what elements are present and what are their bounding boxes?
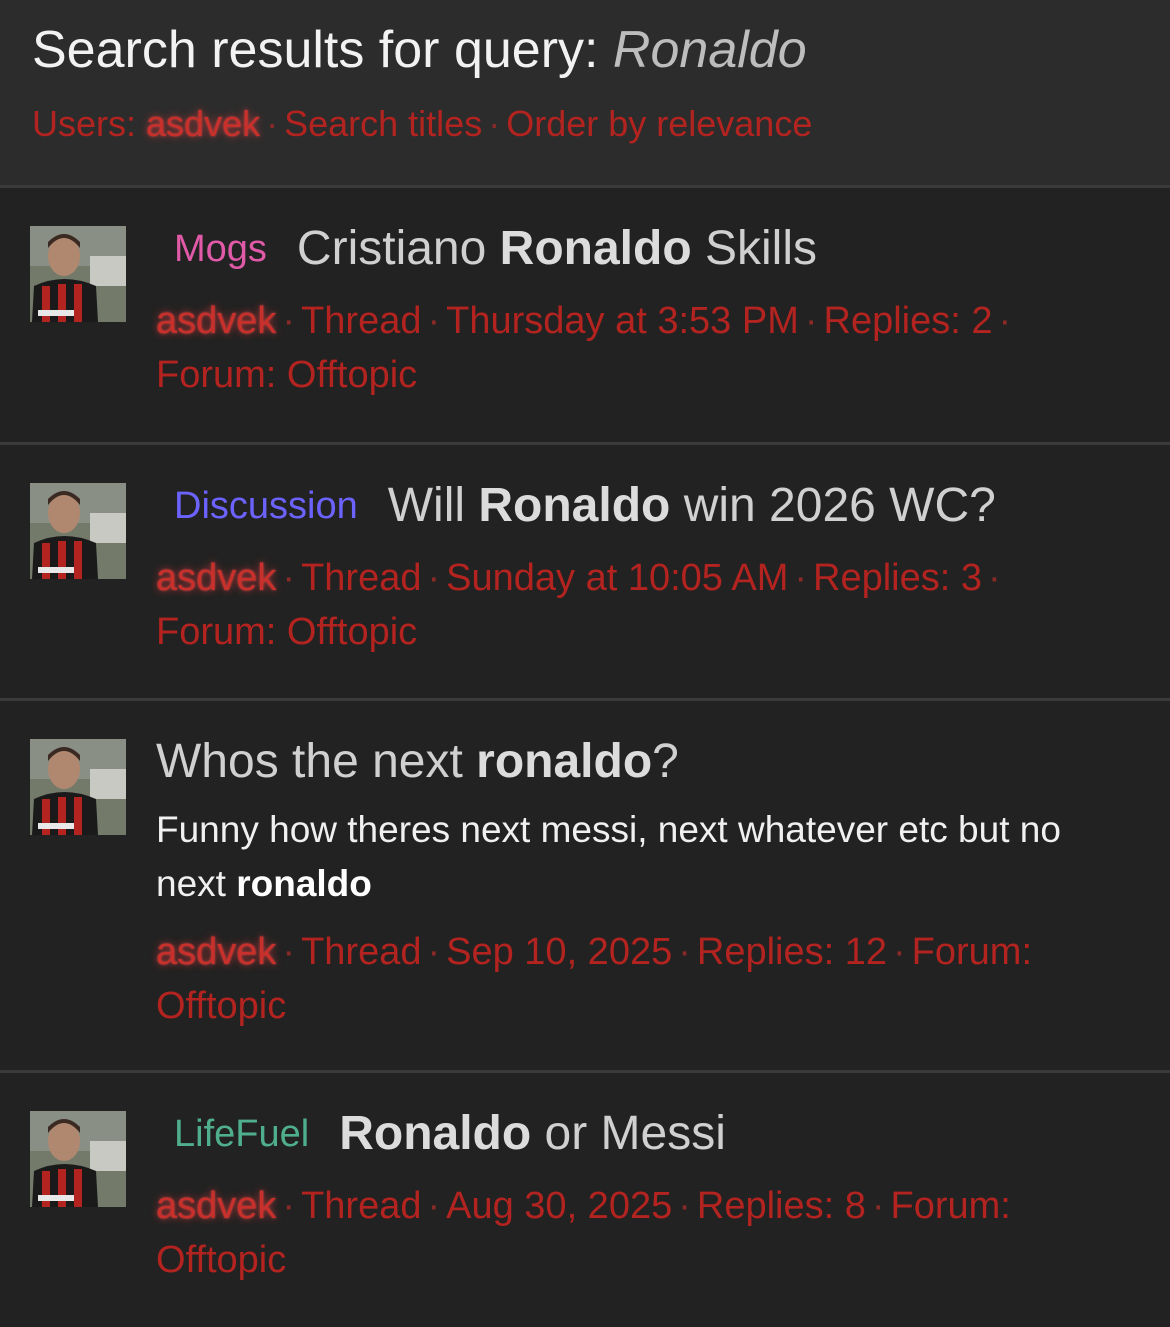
separator: · [871,1185,885,1227]
title-highlight: ronaldo [476,735,653,788]
post-date[interactable]: Sunday at 10:05 AM [446,557,788,599]
search-titles-link[interactable]: Search titles [284,103,482,144]
title-text: Will [387,479,479,532]
content-type: Thread [301,931,422,973]
separator: · [794,557,808,599]
avatar[interactable] [30,226,126,322]
title-text: ? [652,735,679,788]
order-by-relevance-link[interactable]: Order by relevance [506,103,812,144]
result-body: Mogs Cristiano Ronaldo Skills asdvek · Thre… [156,218,1130,402]
separator: · [678,1185,691,1227]
result-title[interactable]: Mogs Cristiano Ronaldo Skills [156,218,1130,280]
search-header: Search results for query: Ronaldo Users:… [0,0,1170,188]
page-title: Search results for query: Ronaldo [32,18,1138,82]
content-type: Thread [301,1185,422,1227]
result-meta: asdvek · Thread · Sunday at 10:05 AM · Replies… [156,551,1130,659]
user-filter-link[interactable]: asdvek [146,103,260,144]
separator: · [988,557,1001,599]
title-highlight: Ronaldo [339,1107,532,1160]
title-highlight: Ronaldo [499,222,692,275]
avatar-image [30,226,126,322]
separator: · [282,931,296,973]
title-text: Skills [691,222,817,275]
separator: · [678,931,691,973]
result-body: Whos the next ronaldo? Funny how theres … [156,731,1130,1033]
separator: · [282,300,296,342]
title-text: or Messi [531,1107,726,1160]
result-meta: asdvek · Thread · Sep 10, 2025 · Replies: 12 · F… [156,925,1130,1033]
search-result: Whos the next ronaldo? Funny how theres … [0,701,1170,1073]
separator: · [488,103,501,144]
result-body: LifeFuel Ronaldo or Messi asdvek · Thread · A… [156,1103,1130,1287]
separator: · [282,557,296,599]
post-date[interactable]: Aug 30, 2025 [446,1185,672,1227]
search-result: Discussion Will Ronaldo win 2026 WC? asdv… [0,445,1170,701]
separator: · [893,931,906,973]
avatar-image [30,483,126,579]
title-text: Whos the next [156,735,477,788]
separator: · [427,300,441,342]
post-date[interactable]: Sep 10, 2025 [446,931,672,973]
title-prefix: Search results for query: [32,21,599,79]
separator: · [427,931,441,973]
post-date[interactable]: Thursday at 3:53 PM [446,300,799,342]
author-link[interactable]: asdvek [156,557,276,599]
result-title[interactable]: LifeFuel Ronaldo or Messi [156,1103,1130,1165]
avatar[interactable] [30,1111,126,1207]
reply-count: Replies: 3 [813,557,983,599]
thread-prefix[interactable]: Discussion [174,485,358,527]
search-result: Mogs Cristiano Ronaldo Skills asdvek · Thre… [0,188,1170,445]
reply-count: Replies: 2 [823,300,993,342]
author-link[interactable]: asdvek [156,300,276,342]
separator: · [266,103,279,144]
thread-prefix[interactable]: LifeFuel [174,1113,309,1155]
separator: · [427,557,441,599]
avatar-image [30,739,126,835]
result-snippet: Funny how theres next messi, next whatev… [156,803,1130,911]
separator: · [282,1185,296,1227]
result-title[interactable]: Whos the next ronaldo? [156,731,1130,793]
result-title[interactable]: Discussion Will Ronaldo win 2026 WC? [156,475,1130,537]
author-link[interactable]: asdvek [156,1185,276,1227]
snippet-highlight: ronaldo [236,863,372,904]
thread-prefix[interactable]: Mogs [174,228,267,270]
reply-count: Replies: 12 [696,931,887,973]
search-result: LifeFuel Ronaldo or Messi asdvek · Thread · A… [0,1073,1170,1327]
users-label: Users: [32,103,137,144]
forum-link[interactable]: Forum: Offtopic [156,611,417,653]
title-text: win 2026 WC? [670,479,996,532]
content-type: Thread [301,300,422,342]
avatar-image [30,1111,126,1207]
author-link[interactable]: asdvek [156,931,276,973]
title-highlight: Ronaldo [478,479,671,532]
result-meta: asdvek · Thread · Thursday at 3:53 PM · Replie… [156,294,1130,402]
separator: · [998,300,1012,342]
title-text: Cristiano [296,222,500,275]
avatar[interactable] [30,739,126,835]
forum-link[interactable]: Forum: Offtopic [156,354,417,396]
content-type: Thread [301,557,422,599]
result-body: Discussion Will Ronaldo win 2026 WC? asdv… [156,475,1130,659]
avatar[interactable] [30,483,126,579]
search-query: Ronaldo [612,21,807,79]
reply-count: Replies: 8 [696,1185,866,1227]
separator: · [804,300,818,342]
result-meta: asdvek · Thread · Aug 30, 2025 · Replies: 8 · Fo… [156,1179,1130,1287]
separator: · [427,1185,441,1227]
search-filters: Users: asdvek · Search titles · Order by rel… [32,102,1138,146]
